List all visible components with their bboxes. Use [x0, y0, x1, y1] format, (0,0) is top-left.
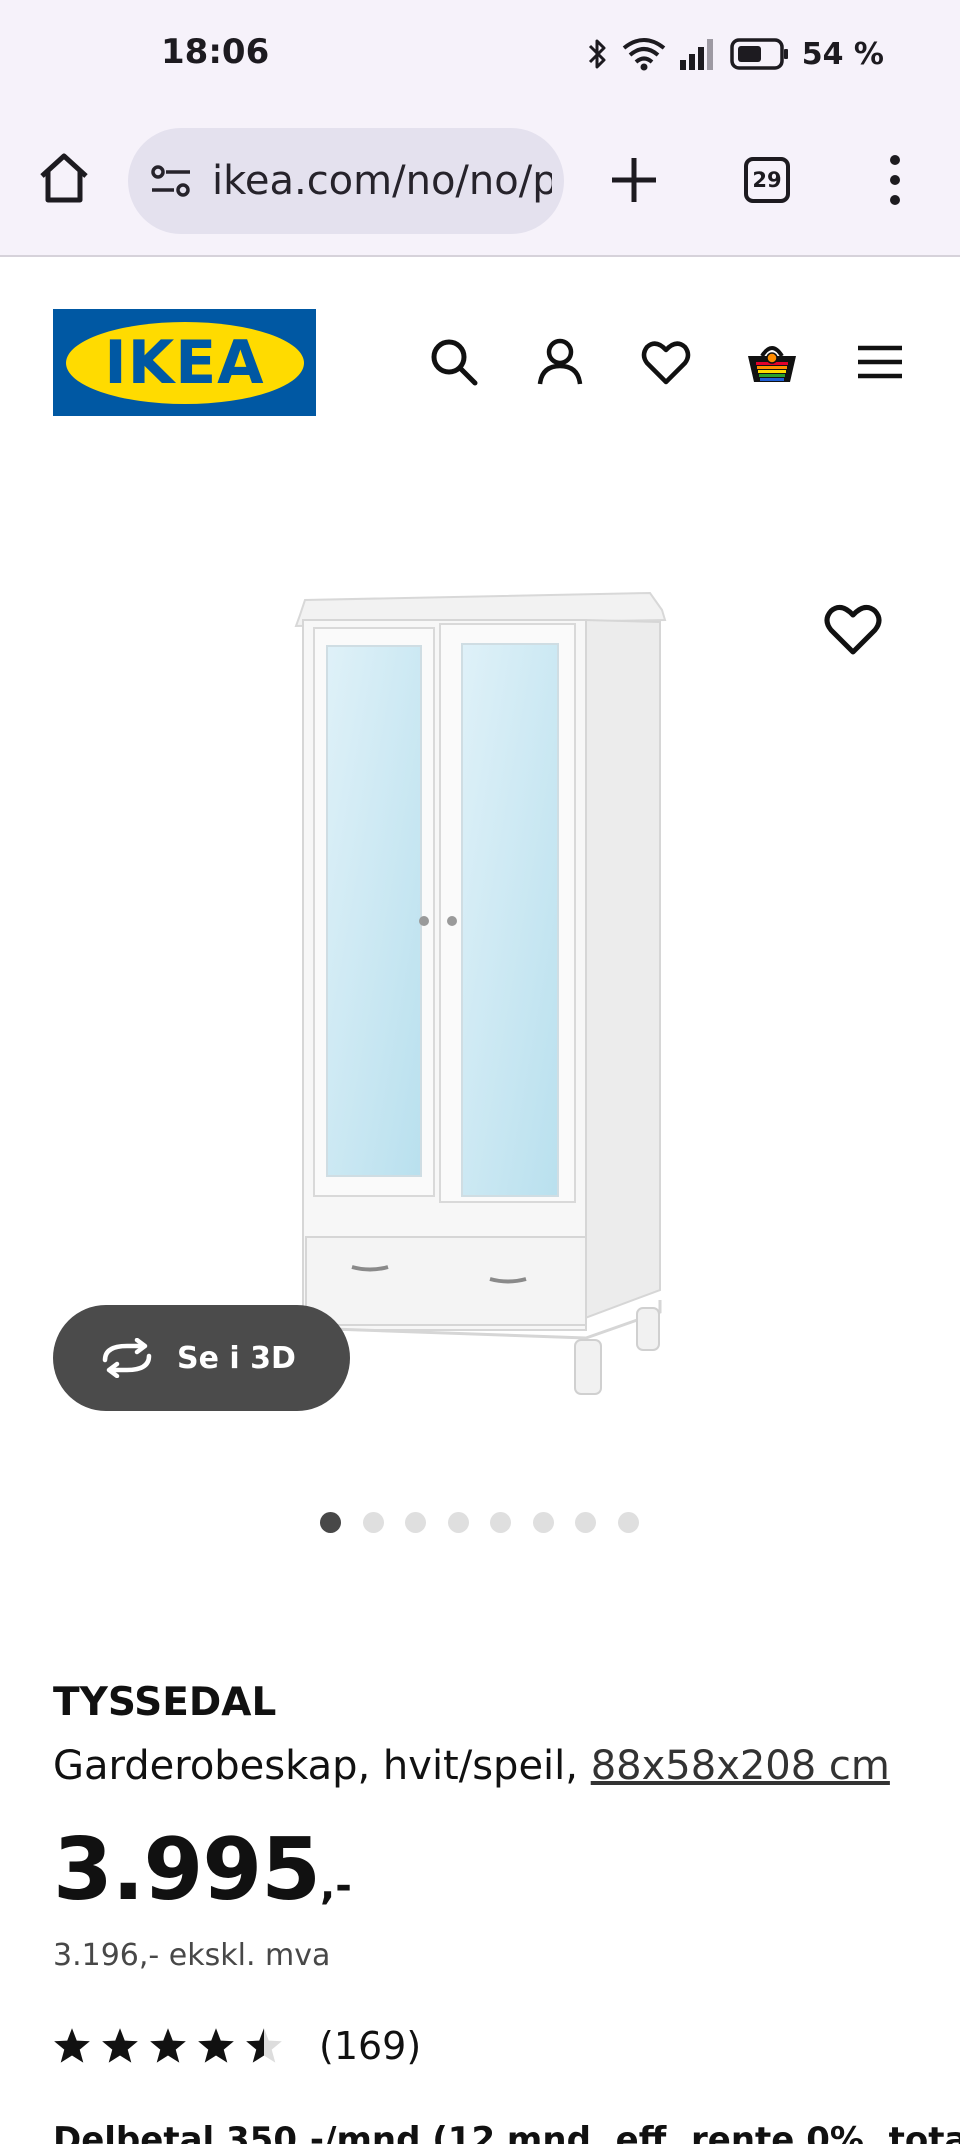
installment-info: Delbetal 350,-/mnd (12 mnd, eff. rente 0…	[53, 2120, 960, 2144]
star-icon	[102, 2028, 138, 2063]
image-carousel-dots	[0, 1512, 960, 1536]
tab-switcher-button[interactable]: 29	[744, 157, 790, 203]
price-excl-vat: 3.196,- ekskl. mva	[53, 1938, 331, 1973]
rotate-3d-icon	[102, 1338, 152, 1378]
star-icon	[198, 2028, 234, 2063]
product-price: 3.995,-	[53, 1820, 352, 1920]
wifi-icon	[622, 38, 665, 71]
home-icon[interactable]	[36, 150, 92, 206]
browser-toolbar: ikea.com/no/no/p 29	[0, 110, 960, 257]
status-bar: 18:06 54 %	[0, 0, 960, 110]
view-in-3d-label: Se i 3D	[177, 1340, 296, 1376]
battery-level: 54 %	[801, 36, 884, 72]
carousel-dot[interactable]	[617, 1512, 639, 1533]
cart-icon[interactable]	[746, 336, 798, 388]
carousel-dot[interactable]	[447, 1512, 469, 1533]
ikea-logo[interactable]: IKEA	[53, 309, 316, 416]
carousel-dot[interactable]	[490, 1512, 511, 1533]
price-main: 3.995	[53, 1820, 321, 1920]
status-time: 18:06	[161, 32, 270, 72]
account-icon[interactable]	[534, 336, 586, 388]
bluetooth-icon	[588, 39, 606, 69]
more-options-icon[interactable]	[880, 150, 910, 210]
star-icon	[246, 2028, 282, 2063]
search-icon[interactable]	[428, 336, 480, 388]
product-name: TYSSEDAL	[53, 1680, 277, 1725]
price-suffix: ,-	[320, 1863, 352, 1909]
carousel-dot[interactable]	[362, 1512, 384, 1533]
site-settings-icon[interactable]	[150, 163, 194, 199]
view-in-3d-button[interactable]: Se i 3D	[53, 1305, 350, 1411]
product-dimensions-link[interactable]: 88x58x208 cm	[591, 1743, 890, 1789]
url-bar[interactable]: ikea.com/no/no/p	[128, 128, 564, 234]
hamburger-menu-icon[interactable]	[854, 336, 906, 388]
status-icons: 54 %	[586, 32, 884, 76]
carousel-dot[interactable]	[320, 1512, 341, 1533]
star-icon	[150, 2028, 186, 2063]
favorites-icon[interactable]	[640, 336, 692, 388]
new-tab-icon[interactable]	[608, 154, 660, 206]
product-description: Garderobeskap, hvit/speil, 88x58x208 cm	[53, 1743, 890, 1789]
carousel-dot[interactable]	[405, 1512, 426, 1533]
add-to-favorites-icon[interactable]	[822, 598, 884, 660]
carousel-dot[interactable]	[532, 1512, 554, 1533]
url-text: ikea.com/no/no/p	[212, 158, 552, 204]
rating-count: (169)	[319, 2024, 422, 2068]
product-type: Garderobeskap, hvit/speil,	[53, 1743, 591, 1789]
product-rating[interactable]: (169)	[53, 2024, 421, 2068]
signal-icon	[679, 39, 713, 70]
star-icon	[54, 2028, 90, 2063]
rating-stars	[53, 2027, 283, 2065]
battery-icon	[729, 38, 788, 70]
tab-count: 29	[752, 168, 782, 192]
carousel-dot[interactable]	[575, 1512, 596, 1533]
